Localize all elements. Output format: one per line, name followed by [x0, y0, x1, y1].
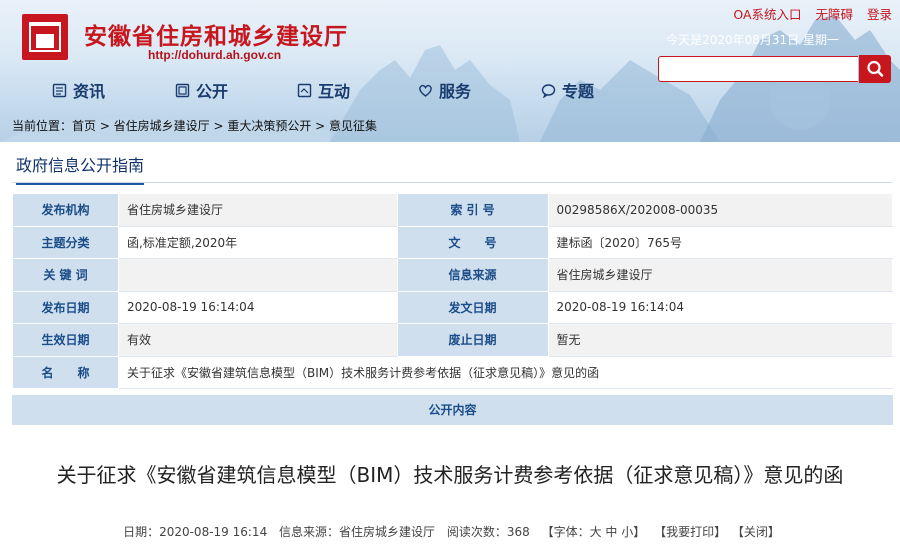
label-doc-number: 文 号 [396, 225, 549, 259]
nav-item-interaction[interactable]: 互动 [297, 78, 350, 102]
login-link[interactable]: 登录 [867, 7, 892, 22]
table-row: 生效日期 有效 废止日期 暂无 [12, 323, 894, 357]
heart-icon [419, 84, 432, 97]
oa-system-link[interactable]: OA系统入口 [733, 7, 801, 22]
article-info-bar: 日期：2020-08-19 16:14 信息来源：省住房城乡建设厅 阅读次数：3… [0, 523, 900, 540]
search-icon [867, 60, 884, 77]
nav-label: 专题 [562, 82, 595, 101]
article-date: 日期：2020-08-19 16:14 [123, 525, 268, 539]
nav-label: 互动 [318, 82, 351, 101]
search-button[interactable] [859, 55, 891, 83]
close-link[interactable]: 【关闭】 [732, 525, 780, 539]
value-publish-date: 2020-08-19 16:14:04 [118, 290, 398, 324]
open-folder-icon [175, 83, 190, 97]
divider [12, 182, 892, 183]
search-input[interactable] [658, 56, 858, 82]
nav-item-topics[interactable]: 专题 [541, 78, 594, 102]
nav-item-service[interactable]: 服务 [418, 78, 471, 102]
accessibility-link[interactable]: 无障碍 [815, 7, 853, 22]
site-header: 安徽省住房和城乡建设厅 http://dohurd.ah.gov.cn OA系统… [0, 0, 900, 142]
site-title: 安徽省住房和城乡建设厅 [84, 23, 348, 50]
nav-label: 资讯 [73, 82, 106, 101]
value-issue-date: 2020-08-19 16:14:04 [547, 290, 894, 324]
label-index: 索 引 号 [396, 193, 549, 227]
nav-item-news[interactable]: 资讯 [52, 78, 105, 102]
label-keywords: 关 键 词 [12, 258, 119, 292]
value-source: 省住房城乡建设厅 [547, 258, 894, 292]
value-name: 关于征求《安徽省建筑信息模型（BIM）技术服务计费参考依据（征求意见稿）》意见的… [118, 355, 893, 389]
table-row: 发布机构 省住房城乡建设厅 索 引 号 00298586X/202008-000… [12, 193, 894, 227]
article-source: 信息来源：省住房城乡建设厅 [279, 525, 436, 539]
label-name: 名 称 [12, 355, 119, 389]
guide-title[interactable]: 政府信息公开指南 [16, 152, 145, 185]
chat-bubble-icon [541, 83, 556, 98]
label-publish-date: 发布日期 [12, 290, 119, 324]
label-category: 主题分类 [12, 225, 119, 259]
value-index: 00298586X/202008-00035 [547, 193, 894, 227]
nav-label: 服务 [439, 82, 472, 101]
breadcrumb[interactable]: 当前位置：首页 > 省住房城乡建设厅 > 重大决策预公开 > 意见征集 [12, 117, 377, 134]
interaction-icon [297, 83, 312, 97]
table-row: 主题分类 函,标准定额,2020年 文 号 建标函〔2020〕765号 [12, 225, 894, 259]
table-row: 发布日期 2020-08-19 16:14:04 发文日期 2020-08-19… [12, 290, 894, 324]
value-keywords [118, 258, 398, 292]
value-repeal-date: 暂无 [547, 323, 894, 357]
value-doc-number: 建标函〔2020〕765号 [547, 225, 894, 259]
nav-item-open[interactable]: 公开 [175, 78, 228, 102]
article-read-count: 阅读次数：368 [446, 525, 530, 539]
table-row: 名 称 关于征求《安徽省建筑信息模型（BIM）技术服务计费参考依据（征求意见稿）… [12, 355, 893, 389]
date-text: 今天是2020年08月31日 星期一 [666, 33, 839, 47]
print-link[interactable]: 【我要打印】 [654, 525, 726, 539]
article-title: 关于征求《安徽省建筑信息模型（BIM）技术服务计费参考依据（征求意见稿）》意见的… [56, 463, 844, 487]
value-category: 函,标准定额,2020年 [118, 225, 398, 259]
open-content-bar: 公开内容 [12, 395, 893, 425]
metadata-table: 发布机构 省住房城乡建设厅 索 引 号 00298586X/202008-000… [12, 193, 894, 389]
label-issue-date: 发文日期 [396, 290, 549, 324]
label-publisher: 发布机构 [12, 193, 119, 227]
site-url: http://dohurd.ah.gov.cn [148, 48, 282, 62]
table-row: 关 键 词 信息来源 省住房城乡建设厅 [12, 258, 894, 292]
label-repeal-date: 废止日期 [396, 323, 549, 357]
nav-label: 公开 [196, 82, 229, 101]
value-publisher: 省住房城乡建设厅 [118, 193, 398, 227]
label-source: 信息来源 [396, 258, 549, 292]
document-list-icon [52, 83, 67, 97]
label-effective-date: 生效日期 [12, 323, 119, 357]
font-size-control[interactable]: 【字体：大 中 小】 [542, 525, 646, 539]
top-links: OA系统入口 无障碍 登录 [723, 4, 892, 23]
value-effective-date: 有效 [118, 323, 398, 357]
site-logo[interactable] [22, 14, 68, 60]
